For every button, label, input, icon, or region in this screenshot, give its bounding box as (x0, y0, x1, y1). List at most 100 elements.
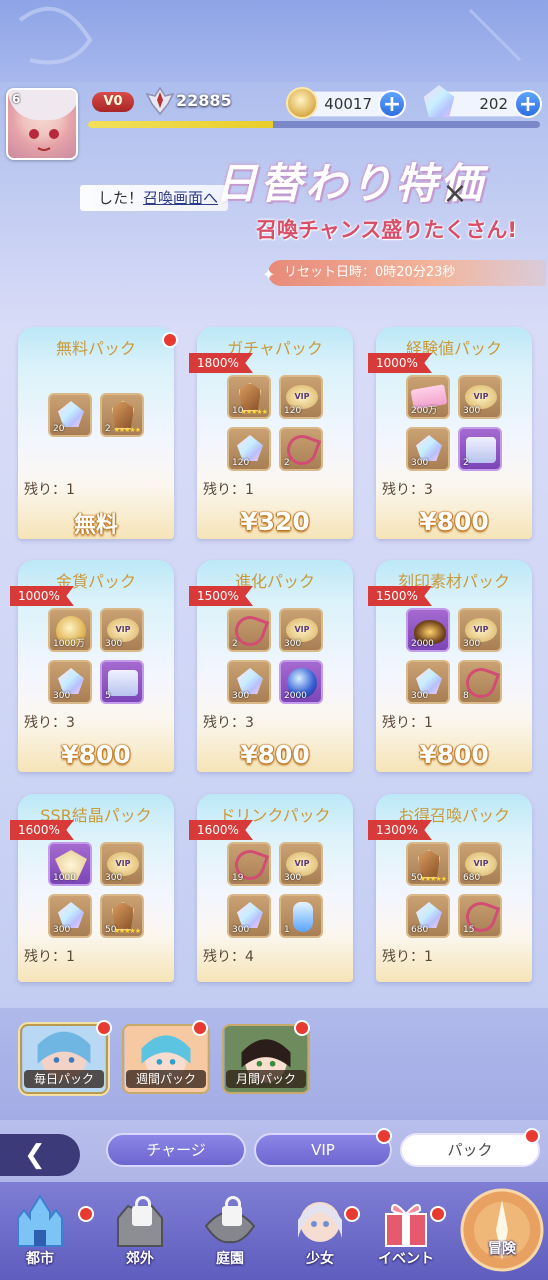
price-button[interactable]: ¥800 (18, 740, 174, 769)
nav-suburb[interactable]: 郊外 (104, 1186, 176, 1274)
player-avatar[interactable]: 6 (6, 88, 78, 160)
reward-item[interactable]: 2 (458, 427, 502, 471)
item-quantity: 300 (105, 639, 123, 649)
reward-item[interactable]: 300 (406, 660, 450, 704)
notification-dot (294, 1020, 310, 1036)
nav-adventure-label: 冒険 (488, 1241, 516, 1257)
reward-item[interactable]: 2 (279, 427, 323, 471)
vip-badge[interactable]: V0 (92, 92, 134, 112)
nav-garden[interactable]: 庭園 (194, 1186, 266, 1274)
reward-item[interactable]: 1 (279, 894, 323, 938)
pack-card[interactable]: 金貨パック 1000% 1000万 VIP 300 300 5 残り：3 ¥800 (10, 560, 174, 772)
tab-daily-pack[interactable]: 毎日パック (20, 1024, 108, 1094)
reward-item[interactable]: 120 (227, 427, 271, 471)
notification-dot (430, 1206, 446, 1222)
reward-item[interactable]: 300 (227, 660, 271, 704)
reward-item[interactable]: 300 (48, 660, 92, 704)
tab-pack[interactable]: パック (400, 1133, 540, 1167)
tab-charge[interactable]: チャージ (106, 1133, 246, 1167)
gold-coin-icon (286, 87, 318, 119)
tab-vip[interactable]: VIP (254, 1133, 392, 1167)
remaining-count: 残り：1 (382, 715, 433, 731)
reward-item[interactable]: 5 (100, 660, 144, 704)
girl-icon (298, 1202, 342, 1242)
reward-item[interactable]: 8 (458, 660, 502, 704)
item-stars: ★★★★★ (113, 426, 141, 434)
item-quantity: 5 (105, 691, 111, 701)
reward-item[interactable]: 50 ★★★★★ (406, 842, 450, 886)
item-quantity: 2000 (411, 639, 434, 649)
price-button[interactable]: ¥320 (197, 507, 353, 536)
reward-item[interactable]: 300 (48, 894, 92, 938)
reward-item[interactable]: 10 ★★★★★ (227, 375, 271, 419)
price-button[interactable]: 無料 (18, 507, 174, 539)
reward-item[interactable]: VIP 300 (458, 375, 502, 419)
reward-item[interactable]: 1000 (48, 842, 92, 886)
reward-item[interactable]: 20 (48, 393, 92, 437)
nav-girls[interactable]: 少女 (284, 1186, 356, 1274)
reward-item[interactable]: VIP 300 (100, 842, 144, 886)
compass-icon (460, 1188, 544, 1272)
tab-monthly-pack-label: 月間パック (226, 1070, 306, 1088)
reward-item[interactable]: 50 ★★★★★ (100, 894, 144, 938)
tab-daily-pack-label: 毎日パック (24, 1070, 104, 1088)
item-quantity: 2 (284, 458, 290, 468)
reward-item[interactable]: VIP 300 (279, 608, 323, 652)
item-quantity: 2 (463, 458, 469, 468)
tab-weekly-pack-label: 週間パック (126, 1070, 206, 1088)
remaining-count: 残り：3 (203, 715, 254, 731)
lock-icon (222, 1196, 242, 1226)
item-quantity: 300 (53, 691, 71, 701)
summon-link[interactable]: 召喚画面へ (143, 189, 218, 207)
reward-item[interactable]: VIP 300 (279, 842, 323, 886)
price-button[interactable]: ¥800 (376, 507, 532, 536)
pack-card[interactable]: ドリンクパック 1600% 19 VIP 300 300 1 残り：4 (189, 794, 353, 982)
back-arrow-icon: ❮ (24, 1140, 46, 1170)
nav-city-label: 都市 (26, 1251, 54, 1267)
bonus-badge: 1000% (10, 586, 74, 606)
reward-item[interactable]: 200万 (406, 375, 450, 419)
item-quantity: 300 (105, 873, 123, 883)
reward-item[interactable]: 2 ★★★★★ (100, 393, 144, 437)
gold-value: 40017 (324, 95, 372, 113)
item-quantity: 2 (105, 424, 111, 434)
reward-item[interactable]: 300 (227, 894, 271, 938)
reward-item[interactable]: VIP 300 (458, 608, 502, 652)
remaining-count: 残り：3 (24, 715, 75, 731)
remaining-count: 残り：3 (382, 482, 433, 498)
pack-card[interactable]: SSR結晶パック 1600% 1000 VIP 300 300 50 ★★★★★ 残り：1 (10, 794, 174, 982)
reward-item[interactable]: 15 (458, 894, 502, 938)
price-button[interactable]: ¥800 (376, 740, 532, 769)
reward-item[interactable]: 300 (406, 427, 450, 471)
reward-item[interactable]: 2000 (279, 660, 323, 704)
pack-card[interactable]: お得召喚パック 1300% 50 ★★★★★ VIP 680 680 15 残り：1 (368, 794, 532, 982)
reward-item[interactable]: 2 (227, 608, 271, 652)
close-icon[interactable]: × (440, 179, 470, 210)
reward-item[interactable]: 1000万 (48, 608, 92, 652)
nav-adventure[interactable]: 冒険 (458, 1186, 546, 1274)
reward-item[interactable]: VIP 120 (279, 375, 323, 419)
top-decoration (18, 6, 522, 65)
pack-card[interactable]: 進化パック 1500% 2 VIP 300 300 2000 残り：3 ¥800 (189, 560, 353, 772)
add-gold-button[interactable]: + (378, 90, 406, 118)
reward-item[interactable]: VIP 680 (458, 842, 502, 886)
bonus-badge: 1500% (189, 586, 253, 606)
reward-item[interactable]: VIP 300 (100, 608, 144, 652)
notification-dot (162, 332, 178, 348)
banner-subtitle: 召喚チャンス盛りたくさん! (256, 218, 517, 242)
reward-item[interactable]: 2000 (406, 608, 450, 652)
exp-bar (88, 121, 540, 128)
pack-card[interactable]: 無料パック 20 2 ★★★★★ 残り：1 無料 (18, 327, 174, 539)
price-button[interactable]: ¥800 (197, 740, 353, 769)
pack-card[interactable]: 経験値パック 1000% 200万 VIP 300 300 2 残り：3 ¥800 (368, 327, 532, 539)
item-quantity: 1000万 (53, 639, 85, 649)
pack-card[interactable]: 刻印素材パック 1500% 2000 VIP 300 300 8 残り：1 ¥800 (368, 560, 532, 772)
reward-item[interactable]: 19 (227, 842, 271, 886)
add-gem-button[interactable]: + (514, 90, 542, 118)
reward-item[interactable]: 680 (406, 894, 450, 938)
pack-card[interactable]: ガチャパック 1800% 10 ★★★★★ VIP 120 120 2 残り：1 ¥320 (189, 327, 353, 539)
nav-event[interactable]: イベント (370, 1186, 442, 1274)
nav-city[interactable]: 都市 (4, 1186, 76, 1274)
item-quantity: 2000 (284, 691, 307, 701)
back-button[interactable]: ❮ (0, 1134, 80, 1176)
